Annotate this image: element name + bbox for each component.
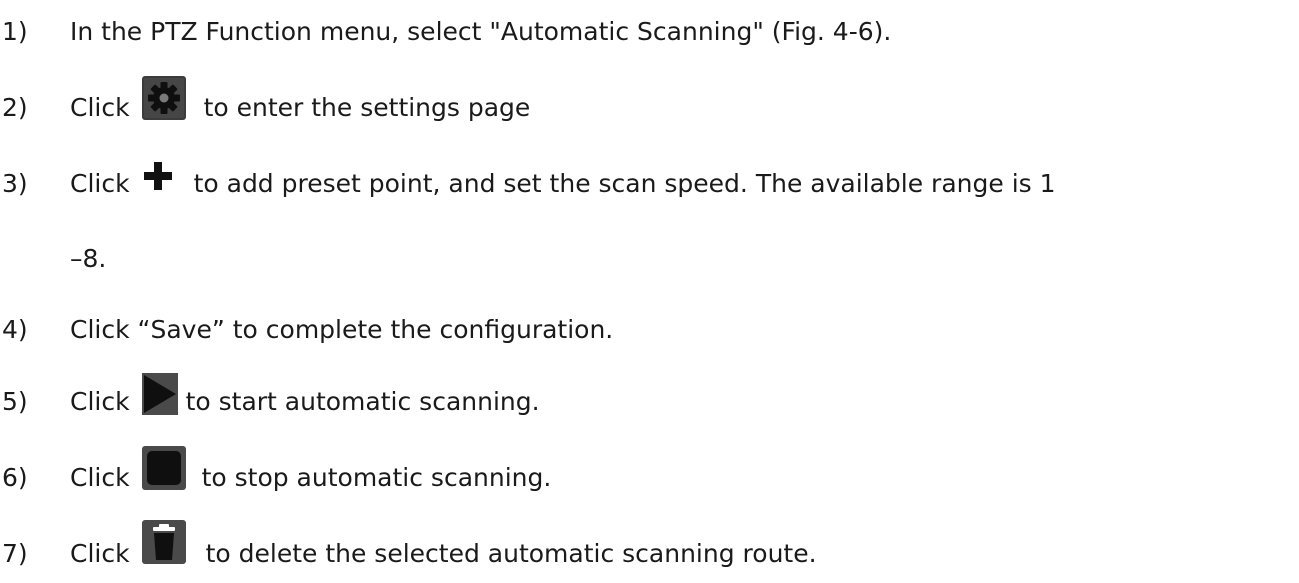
step-prefix: Click <box>70 169 130 198</box>
step-text: to enter the settings page <box>203 93 531 122</box>
play-icon <box>141 373 178 415</box>
step-number: 7) <box>2 539 28 568</box>
step-5: 5) Click to start automatic scanning. <box>0 373 540 426</box>
step-text: In the PTZ Function menu, select "Automa… <box>70 17 892 46</box>
step-text: Click “Save” to complete the configurati… <box>70 315 614 344</box>
step-prefix: Click <box>70 539 130 568</box>
step-prefix: Click <box>70 93 130 122</box>
step-number: 4) <box>2 315 28 344</box>
trash-icon <box>141 520 186 564</box>
step-number: 5) <box>2 387 28 416</box>
step-number: 2) <box>2 93 28 122</box>
step-text: to start automatic scanning. <box>185 387 540 416</box>
gear-icon <box>141 76 186 120</box>
instruction-list: 1) In the PTZ Function menu, select "Aut… <box>0 0 1299 583</box>
step-1: 1) In the PTZ Function menu, select "Aut… <box>0 8 891 56</box>
step-prefix: Click <box>70 463 130 492</box>
plus-icon <box>142 160 174 192</box>
step-number: 1) <box>2 17 28 46</box>
step-number: 6) <box>2 463 28 492</box>
stop-icon <box>141 446 186 490</box>
step-text: to stop automatic scanning. <box>201 463 552 492</box>
step-number: 3) <box>2 169 28 198</box>
step-4: 4) Click “Save” to complete the configur… <box>0 306 613 354</box>
step-text: to add preset point, and set the scan sp… <box>193 169 1056 198</box>
step-3-continuation: –8. <box>70 244 107 273</box>
step-text: to delete the selected automatic scannin… <box>205 539 817 568</box>
step-2: 2) Click to enter the settings page <box>0 76 531 132</box>
step-3: 3) Click to add preset point, and set th… <box>0 160 1056 208</box>
step-prefix: Click <box>70 387 130 416</box>
step-6: 6) Click to stop automatic scanning. <box>0 446 552 502</box>
step-7: 7) Click to delete the selected automati… <box>0 520 817 578</box>
